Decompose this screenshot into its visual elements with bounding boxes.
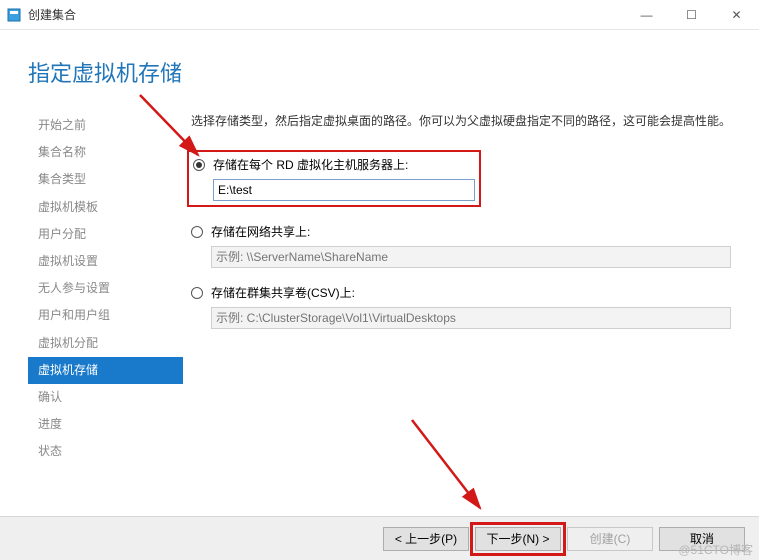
sidebar-item[interactable]: 虚拟机分配 <box>28 330 183 357</box>
sidebar-item[interactable]: 虚拟机模板 <box>28 194 183 221</box>
radio-label-network-share: 存储在网络共享上: <box>211 223 310 240</box>
radio-label-rd-host: 存储在每个 RD 虚拟化主机服务器上: <box>213 156 408 173</box>
radio-network-share[interactable] <box>191 226 203 238</box>
path-input-csv <box>211 307 731 329</box>
sidebar-item[interactable]: 开始之前 <box>28 112 183 139</box>
create-button: 创建(C) <box>567 527 653 551</box>
next-button[interactable]: 下一步(N) > <box>475 527 561 551</box>
window-title: 创建集合 <box>28 6 624 23</box>
minimize-button[interactable]: — <box>624 0 669 29</box>
body-area: 开始之前集合名称集合类型虚拟机模板用户分配虚拟机设置无人参与设置用户和用户组虚拟… <box>28 112 731 508</box>
sidebar-item[interactable]: 用户分配 <box>28 221 183 248</box>
radio-label-csv: 存储在群集共享卷(CSV)上: <box>211 284 355 301</box>
storage-option-csv: 存储在群集共享卷(CSV)上: <box>191 284 731 329</box>
wizard-sidebar: 开始之前集合名称集合类型虚拟机模板用户分配虚拟机设置无人参与设置用户和用户组虚拟… <box>28 112 183 508</box>
storage-option-rd-host: 存储在每个 RD 虚拟化主机服务器上: <box>191 150 731 207</box>
sidebar-item[interactable]: 集合类型 <box>28 166 183 193</box>
prev-button[interactable]: < 上一步(P) <box>383 527 469 551</box>
cancel-button[interactable]: 取消 <box>659 527 745 551</box>
wizard-footer: < 上一步(P) 下一步(N) > 创建(C) 取消 <box>0 516 759 560</box>
sidebar-item[interactable]: 虚拟机存储 <box>28 357 183 384</box>
highlight-box: 存储在每个 RD 虚拟化主机服务器上: <box>187 150 481 207</box>
radio-rd-host[interactable] <box>193 159 205 171</box>
path-input-network-share <box>211 246 731 268</box>
radio-row-csv[interactable]: 存储在群集共享卷(CSV)上: <box>191 284 731 301</box>
radio-row-rd-host[interactable]: 存储在每个 RD 虚拟化主机服务器上: <box>193 156 475 173</box>
titlebar: 创建集合 — ☐ ✕ <box>0 0 759 30</box>
page-title: 指定虚拟机存储 <box>28 56 731 88</box>
app-icon <box>6 7 22 23</box>
sidebar-item[interactable]: 状态 <box>28 438 183 465</box>
sidebar-item[interactable]: 确认 <box>28 384 183 411</box>
sidebar-item[interactable]: 进度 <box>28 411 183 438</box>
window-controls: — ☐ ✕ <box>624 0 759 29</box>
sidebar-item[interactable]: 用户和用户组 <box>28 302 183 329</box>
radio-row-network-share[interactable]: 存储在网络共享上: <box>191 223 731 240</box>
storage-option-network-share: 存储在网络共享上: <box>191 223 731 268</box>
content-area: 指定虚拟机存储 开始之前集合名称集合类型虚拟机模板用户分配虚拟机设置无人参与设置… <box>0 30 759 516</box>
sidebar-item[interactable]: 虚拟机设置 <box>28 248 183 275</box>
sidebar-item[interactable]: 集合名称 <box>28 139 183 166</box>
path-input-rd-host[interactable] <box>213 179 475 201</box>
radio-csv[interactable] <box>191 287 203 299</box>
main-panel: 选择存储类型，然后指定虚拟桌面的路径。你可以为父虚拟硬盘指定不同的路径，这可能会… <box>183 112 731 508</box>
description-text: 选择存储类型，然后指定虚拟桌面的路径。你可以为父虚拟硬盘指定不同的路径，这可能会… <box>191 112 731 130</box>
maximize-button[interactable]: ☐ <box>669 0 714 29</box>
sidebar-item[interactable]: 无人参与设置 <box>28 275 183 302</box>
close-button[interactable]: ✕ <box>714 0 759 29</box>
